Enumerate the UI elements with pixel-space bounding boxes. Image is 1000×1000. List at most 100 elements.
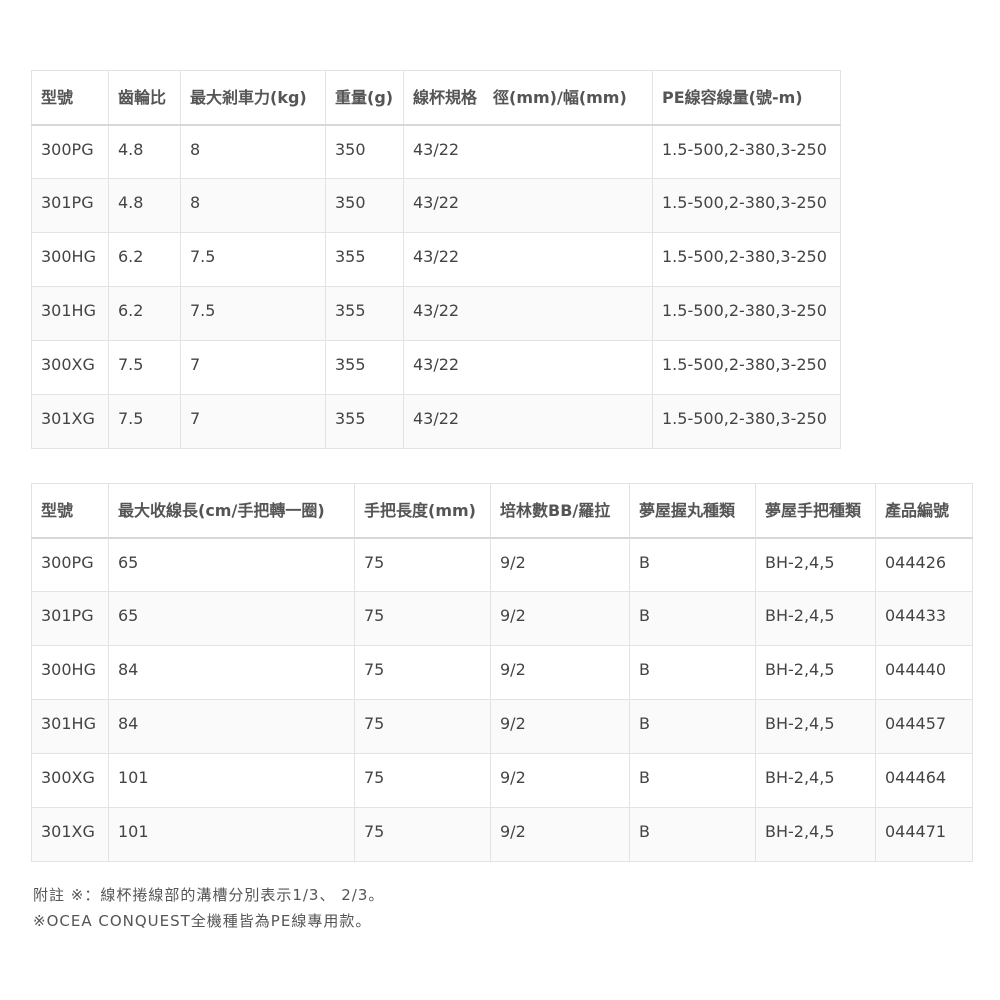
table-cell: 044433 — [875, 591, 973, 646]
table-cell: 9/2 — [490, 753, 630, 808]
table-cell: 300XG — [31, 753, 109, 808]
table-cell: 300PG — [31, 537, 109, 592]
table-row: 300XG 7.5 7 355 43/22 1.5-500,2-380,3-250 — [31, 340, 841, 395]
table-cell: 1.5-500,2-380,3-250 — [652, 340, 841, 395]
table-row: 300HG 6.2 7.5 355 43/22 1.5-500,2-380,3-250 — [31, 232, 841, 287]
column-header: 最大收線長(cm/手把轉一圈) — [108, 483, 355, 538]
table-cell: 7 — [180, 340, 326, 395]
table-cell: 75 — [354, 753, 491, 808]
table-cell: 84 — [108, 699, 355, 754]
table-cell: 044464 — [875, 753, 973, 808]
table-cell: 6.2 — [108, 286, 181, 341]
table-cell: 1.5-500,2-380,3-250 — [652, 286, 841, 341]
table-row: 300PG 65 75 9/2 B BH-2,4,5 044426 — [31, 537, 973, 592]
table-cell: 9/2 — [490, 699, 630, 754]
table-cell: 84 — [108, 645, 355, 700]
table-header-row: 型號 最大收線長(cm/手把轉一圈) 手把長度(mm) 培林數BB/羅拉 夢屋握丸種類夢… — [31, 483, 973, 538]
table-cell: 301HG — [31, 286, 109, 341]
table-cell: 65 — [108, 591, 355, 646]
table-cell: 301PG — [31, 591, 109, 646]
table-cell: 65 — [108, 537, 355, 592]
table-cell: 301XG — [31, 394, 109, 449]
table-cell: BH-2,4,5 — [755, 537, 876, 592]
column-header: 夢屋握丸種類 — [629, 483, 756, 538]
table-row: 301HG 6.2 7.5 355 43/22 1.5-500,2-380,3-250 — [31, 286, 841, 341]
table-cell: 7 — [180, 394, 326, 449]
table-cell: 4.8 — [108, 178, 181, 233]
table-cell: B — [629, 753, 756, 808]
table-cell: 7.5 — [180, 232, 326, 287]
column-header: 重量(g) — [325, 70, 404, 125]
table-cell: 300XG — [31, 340, 109, 395]
table-row: 300PG 4.8 8 350 43/22 1.5-500,2-380,3-250 — [31, 124, 841, 179]
table-cell: 300PG — [31, 124, 109, 179]
table-cell: 1.5-500,2-380,3-250 — [652, 124, 841, 179]
table-cell: 101 — [108, 807, 355, 862]
spec-table-1: 型號 齒輪比 最大剎車力(kg) 重量(g) 線杯規格 徑(mm)/幅(mm) PE線容線… — [31, 70, 841, 449]
table-header-row: 型號 齒輪比 最大剎車力(kg) 重量(g) 線杯規格 徑(mm)/幅(mm) PE線容線… — [31, 70, 841, 125]
column-header: 手把長度(mm) — [354, 483, 491, 538]
table-row: 301PG 65 75 9/2 B BH-2,4,5 044433 — [31, 591, 973, 646]
column-header: 齒輪比 — [108, 70, 181, 125]
column-header: 型號 — [31, 483, 109, 538]
table-cell: 044457 — [875, 699, 973, 754]
table-cell: 9/2 — [490, 591, 630, 646]
column-header: 夢屋手把種類 — [755, 483, 876, 538]
table-cell: 43/22 — [403, 232, 653, 287]
footnotes: 附註 ※：線杯捲線部的溝槽分別表示1/3、 2/3。 ※OCEA CONQUES… — [33, 882, 384, 934]
table-cell: 9/2 — [490, 537, 630, 592]
table-cell: 355 — [325, 286, 404, 341]
table-cell: 9/2 — [490, 807, 630, 862]
table-cell: 355 — [325, 394, 404, 449]
table-cell: 7.5 — [108, 340, 181, 395]
table-cell: B — [629, 591, 756, 646]
table-cell: 75 — [354, 537, 491, 592]
footnote-1: 附註 ※：線杯捲線部的溝槽分別表示1/3、 2/3。 — [33, 886, 385, 904]
table-cell: BH-2,4,5 — [755, 699, 876, 754]
table-cell: 43/22 — [403, 286, 653, 341]
table-cell: 301XG — [31, 807, 109, 862]
table-cell: 43/22 — [403, 178, 653, 233]
table-cell: 044426 — [875, 537, 973, 592]
table-cell: 301PG — [31, 178, 109, 233]
table-cell: 43/22 — [403, 124, 653, 179]
table-cell: 1.5-500,2-380,3-250 — [652, 178, 841, 233]
column-header: 最大剎車力(kg) — [180, 70, 326, 125]
table-cell: 75 — [354, 807, 491, 862]
table-cell: 8 — [180, 178, 326, 233]
table-cell: 355 — [325, 340, 404, 395]
table-cell: 9/2 — [490, 645, 630, 700]
table-cell: 75 — [354, 699, 491, 754]
table-cell: 8 — [180, 124, 326, 179]
table-row: 300XG 101 75 9/2 B BH-2,4,5 044464 — [31, 753, 973, 808]
table-cell: B — [629, 645, 756, 700]
table-cell: 044440 — [875, 645, 973, 700]
table-cell: 43/22 — [403, 394, 653, 449]
spec-table-2: 型號 最大收線長(cm/手把轉一圈) 手把長度(mm) 培林數BB/羅拉 夢屋握丸種類夢… — [31, 483, 973, 862]
column-header: PE線容線量(號-m) — [652, 70, 841, 125]
table-cell: 7.5 — [108, 394, 181, 449]
table-cell: 101 — [108, 753, 355, 808]
table-cell: 4.8 — [108, 124, 181, 179]
table-cell: 75 — [354, 645, 491, 700]
table-cell: BH-2,4,5 — [755, 591, 876, 646]
table-cell: B — [629, 537, 756, 592]
column-header: 線杯規格 徑(mm)/幅(mm) — [403, 70, 653, 125]
table-row: 301HG 84 75 9/2 B BH-2,4,5 044457 — [31, 699, 973, 754]
table-cell: 350 — [325, 124, 404, 179]
table-cell: 43/22 — [403, 340, 653, 395]
table-cell: 300HG — [31, 232, 109, 287]
table-cell: 7.5 — [180, 286, 326, 341]
table-cell: B — [629, 807, 756, 862]
table-cell: 350 — [325, 178, 404, 233]
table-cell: 355 — [325, 232, 404, 287]
table-cell: B — [629, 699, 756, 754]
column-header: 培林數BB/羅拉 — [490, 483, 630, 538]
table-cell: 6.2 — [108, 232, 181, 287]
table-cell: 75 — [354, 591, 491, 646]
column-header: 型號 — [31, 70, 109, 125]
table-cell: BH-2,4,5 — [755, 753, 876, 808]
table-row: 301PG 4.8 8 350 43/22 1.5-500,2-380,3-250 — [31, 178, 841, 233]
table-cell: 1.5-500,2-380,3-250 — [652, 394, 841, 449]
table-cell: 1.5-500,2-380,3-250 — [652, 232, 841, 287]
